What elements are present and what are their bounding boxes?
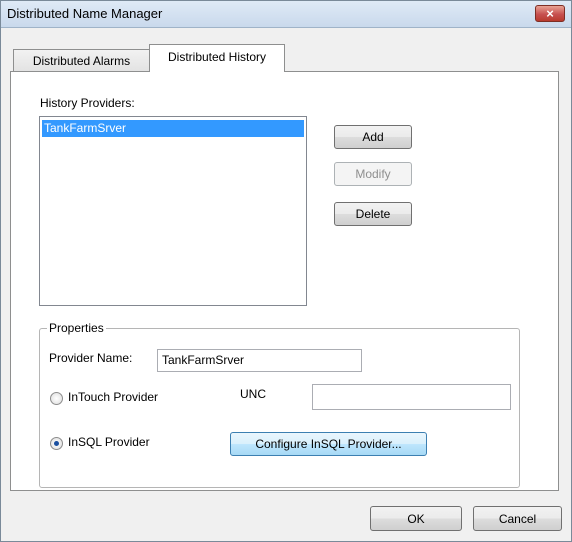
cancel-button[interactable]: Cancel [473,506,562,531]
insql-provider-label: InSQL Provider [68,435,150,449]
modify-button[interactable]: Modify [334,162,412,186]
tab-label: Distributed Alarms [32,54,131,68]
provider-name-field[interactable]: TankFarmSrver [157,349,362,372]
configure-insql-provider-button[interactable]: Configure InSQL Provider... [230,432,427,456]
history-providers-list[interactable]: TankFarmSrver [39,116,307,306]
modify-button-label: Modify [355,167,391,181]
cancel-button-label: Cancel [498,511,537,526]
add-button-label: Add [362,130,384,144]
configure-button-label: Configure InSQL Provider... [255,437,402,451]
close-button[interactable]: × [535,5,565,22]
intouch-provider-radio[interactable] [50,392,63,405]
ok-button[interactable]: OK [370,506,462,531]
provider-name-label: Provider Name: [49,351,133,365]
provider-name-value: TankFarmSrver [162,353,245,367]
dialog-window: Distributed Name Manager × Distributed A… [0,0,572,542]
ok-button-label: OK [407,511,425,526]
close-icon: × [546,6,554,21]
list-item-selected[interactable]: TankFarmSrver [42,120,304,137]
tab-distributed-alarms[interactable]: Distributed Alarms [13,49,150,71]
add-button[interactable]: Add [334,125,412,149]
unc-field[interactable] [312,384,511,410]
history-providers-label: History Providers: [40,96,135,110]
unc-label: UNC [240,387,266,401]
intouch-provider-label: InTouch Provider [68,390,159,404]
tab-distributed-history[interactable]: Distributed History [149,44,285,72]
title-bar[interactable]: Distributed Name Manager × [1,1,571,28]
tab-label: Distributed History [167,50,267,64]
window-title: Distributed Name Manager [7,6,163,21]
insql-provider-radio[interactable] [50,437,63,450]
delete-button-label: Delete [355,207,391,221]
delete-button[interactable]: Delete [334,202,412,226]
properties-group-title: Properties [47,321,106,335]
